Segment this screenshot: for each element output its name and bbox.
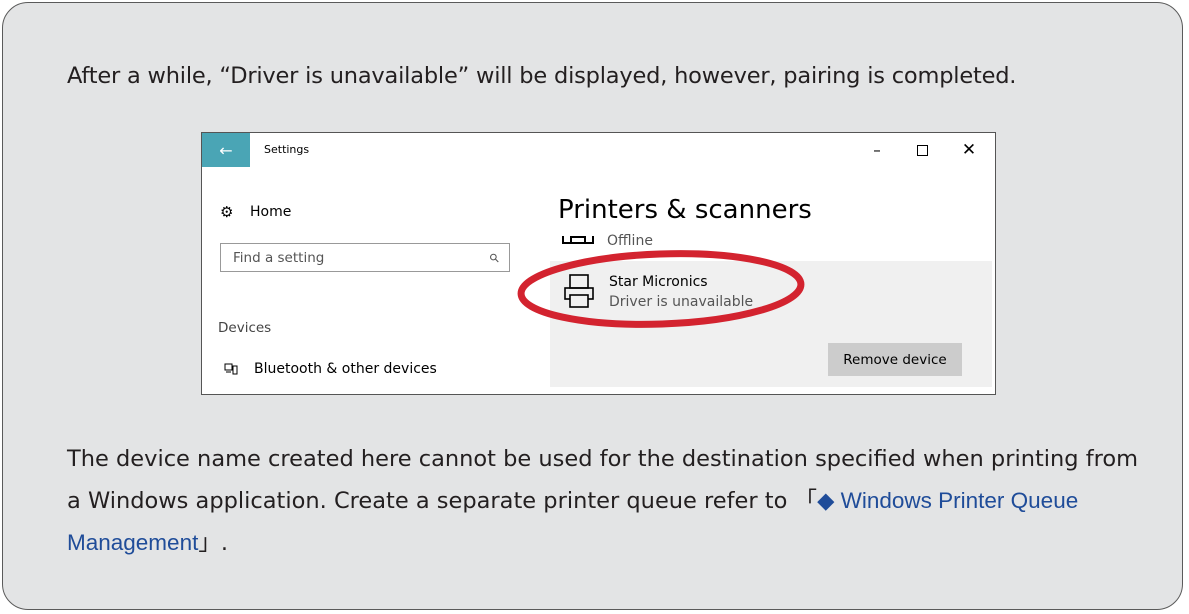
sidebar-item-bluetooth[interactable]: Bluetooth & other devices — [224, 361, 437, 377]
home-label: Home — [250, 204, 292, 220]
printer-icon — [564, 274, 594, 308]
back-arrow-icon: ← — [219, 140, 233, 160]
minimize-icon: – — [873, 141, 881, 159]
maximize-button[interactable] — [907, 139, 937, 161]
close-button[interactable]: ✕ — [954, 139, 984, 161]
back-button[interactable]: ← — [202, 133, 250, 167]
search-input[interactable] — [233, 249, 473, 266]
search-icon[interactable]: ⚲ — [487, 249, 503, 265]
note-text-after-link: 」. — [198, 530, 228, 556]
search-box[interactable]: ⚲ — [220, 243, 510, 272]
instruction-card: After a while, “Driver is unavailable” w… — [2, 2, 1183, 610]
home-nav-item[interactable]: ⚙ Home — [220, 203, 291, 221]
note-text: The device name created here cannot be u… — [67, 439, 1147, 564]
intro-text: After a while, “Driver is unavailable” w… — [67, 63, 1017, 89]
close-icon: ✕ — [961, 140, 977, 160]
bluetooth-label: Bluetooth & other devices — [254, 361, 437, 377]
offline-device-row[interactable]: Offline — [562, 233, 653, 249]
page-title: Printers & scanners — [558, 195, 812, 225]
device-bar-icon — [562, 236, 594, 244]
device-item-star-micronics[interactable]: Star Micronics Driver is unavailable Rem… — [550, 261, 992, 387]
device-name: Star Micronics — [609, 274, 708, 290]
window-title: Settings — [264, 143, 310, 156]
bluetooth-devices-icon — [224, 362, 238, 376]
settings-window: ← Settings – ✕ ⚙ Home ⚲ Devices — [201, 132, 996, 395]
gear-icon: ⚙ — [220, 203, 234, 221]
remove-device-button[interactable]: Remove device — [828, 343, 962, 376]
devices-heading: Devices — [218, 320, 272, 336]
minimize-button[interactable]: – — [862, 139, 892, 161]
title-bar: ← Settings – ✕ — [202, 133, 995, 167]
offline-status: Offline — [607, 233, 653, 249]
device-status: Driver is unavailable — [609, 294, 754, 310]
maximize-icon — [916, 144, 928, 156]
